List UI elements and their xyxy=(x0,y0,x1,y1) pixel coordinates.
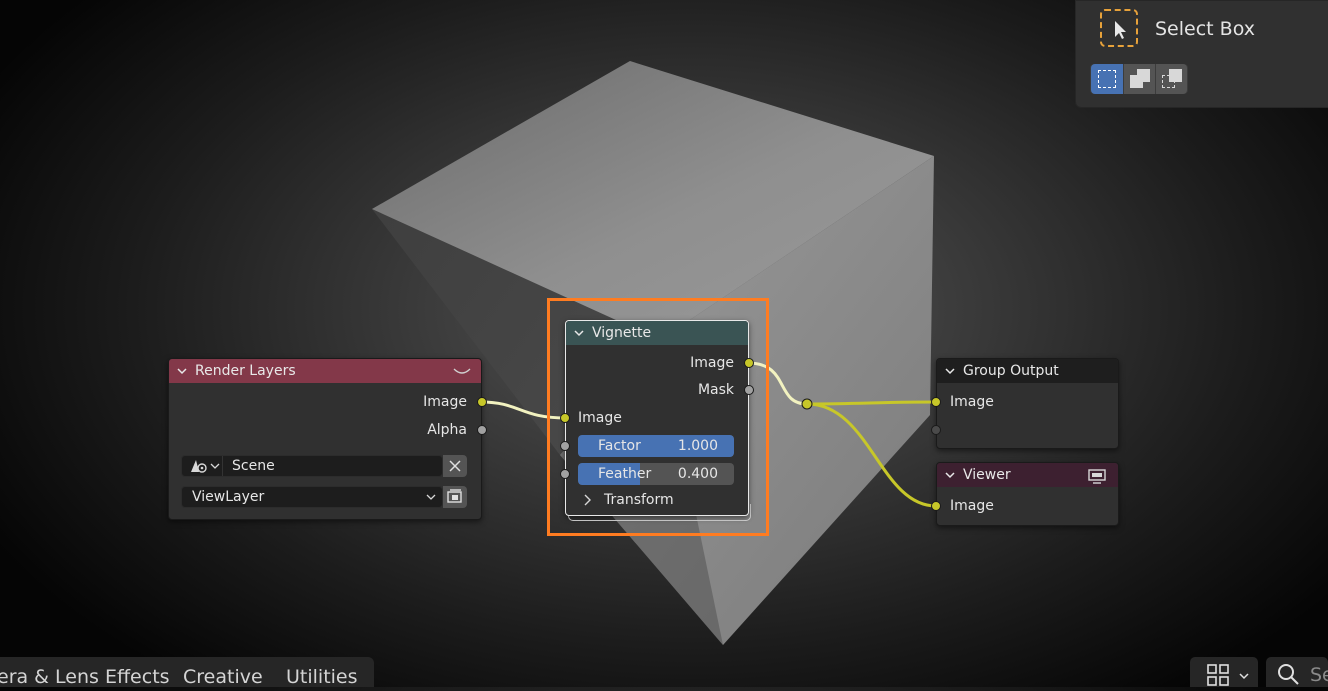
view-layer-name: ViewLayer xyxy=(192,489,265,505)
input-feather-socket[interactable] xyxy=(560,469,570,479)
feather-value: 0.400 xyxy=(677,466,718,482)
selection-mode-extend-icon[interactable] xyxy=(1124,64,1155,94)
vignette-header[interactable]: Vignette xyxy=(566,321,748,345)
factor-value: 1.000 xyxy=(677,438,718,454)
asset-shelf-tabs: era & Lens Effects Creative Utilities xyxy=(0,657,374,688)
output-alpha-socket[interactable] xyxy=(477,425,487,435)
render-layers-node[interactable]: Render Layers Image Alpha Scene ViewLaye… xyxy=(168,358,487,520)
collapse-chevron-icon[interactable] xyxy=(945,470,955,480)
viewer-node[interactable]: Viewer Image xyxy=(931,462,1119,526)
node-title: Render Layers xyxy=(195,363,296,379)
output-mask-socket[interactable] xyxy=(744,385,754,395)
select-box-tool-icon[interactable] xyxy=(1100,9,1138,47)
display-mode-button[interactable] xyxy=(1190,657,1258,687)
chevron-right-icon xyxy=(584,494,591,506)
factor-slider[interactable]: Factor 1.000 xyxy=(578,435,734,457)
clear-scene-button[interactable] xyxy=(443,455,467,477)
feather-label: Feather xyxy=(598,466,652,482)
render-view-layer-button[interactable] xyxy=(443,486,467,508)
input-image-label: Image xyxy=(578,410,622,426)
scene-selector[interactable]: Scene xyxy=(181,455,443,477)
output-mask-label: Mask xyxy=(697,382,734,398)
input-image-socket[interactable] xyxy=(931,501,941,511)
node-title: Group Output xyxy=(963,363,1059,379)
collapse-chevron-icon[interactable] xyxy=(177,366,187,376)
feather-slider[interactable]: Feather 0.400 xyxy=(578,463,734,485)
asset-search-field[interactable]: Se xyxy=(1266,657,1328,687)
node-title: Viewer xyxy=(963,467,1011,483)
group-output-node[interactable]: Group Output Image xyxy=(931,358,1119,449)
input-image-label: Image xyxy=(950,394,994,410)
group-output-header[interactable]: Group Output xyxy=(937,359,1118,383)
collapse-chevron-icon[interactable] xyxy=(945,366,955,376)
selection-mode-subtract-icon[interactable] xyxy=(1156,64,1187,94)
grid-icon xyxy=(1207,664,1249,686)
output-image-socket[interactable] xyxy=(744,358,754,368)
tab-lens-effects[interactable]: era & Lens Effects xyxy=(0,666,170,688)
chevron-down-icon xyxy=(426,494,436,500)
input-empty-socket[interactable] xyxy=(931,425,941,435)
tool-settings-panel: Select Box xyxy=(1075,0,1328,108)
node-preview-toggle-icon[interactable] xyxy=(453,366,471,376)
node-title: Vignette xyxy=(592,325,652,341)
transform-label: Transform xyxy=(604,492,674,508)
scene-name: Scene xyxy=(232,458,275,474)
selection-mode-group xyxy=(1090,64,1188,94)
input-image-socket[interactable] xyxy=(931,397,941,407)
output-alpha-label: Alpha xyxy=(427,422,467,438)
input-image-socket[interactable] xyxy=(560,413,570,423)
input-factor-socket[interactable] xyxy=(560,441,570,451)
selection-mode-set-icon[interactable] xyxy=(1091,64,1123,94)
chevron-down-icon xyxy=(210,463,220,469)
search-icon xyxy=(1278,664,1299,685)
tab-creative[interactable]: Creative xyxy=(183,666,263,688)
monitor-icon xyxy=(1088,469,1106,484)
input-image-label: Image xyxy=(950,498,994,514)
close-icon xyxy=(449,460,461,472)
active-tool-label: Select Box xyxy=(1155,18,1255,40)
viewer-header[interactable]: Viewer xyxy=(937,463,1118,487)
output-image-label: Image xyxy=(423,394,467,410)
output-image-socket[interactable] xyxy=(477,397,487,407)
tab-utilities[interactable]: Utilities xyxy=(286,666,358,688)
factor-label: Factor xyxy=(598,438,641,454)
vignette-node[interactable]: Vignette Image Mask Image Factor 1.000 F… xyxy=(560,320,754,516)
transform-panel-toggle[interactable]: Transform xyxy=(582,489,674,511)
render-layers-header[interactable]: Render Layers xyxy=(169,359,481,383)
scene-icon xyxy=(191,460,207,473)
collapse-chevron-icon[interactable] xyxy=(574,328,584,338)
view-layer-select[interactable]: ViewLayer xyxy=(181,486,443,508)
search-placeholder: Se xyxy=(1310,664,1328,686)
render-icon xyxy=(447,489,462,503)
output-image-label: Image xyxy=(690,355,734,371)
